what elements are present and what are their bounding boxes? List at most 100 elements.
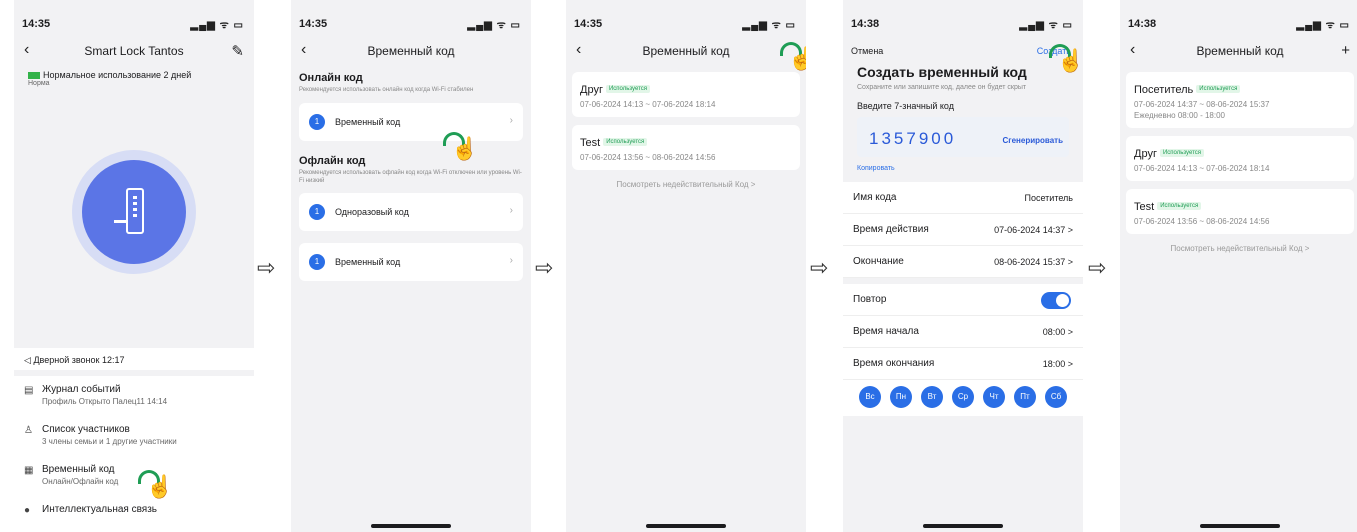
valid-until-field[interactable]: Окончание 08-06-2024 15:37 > <box>843 246 1083 278</box>
field-value: 18:00 > <box>1042 358 1073 369</box>
copy-button[interactable]: Копировать <box>843 157 1083 180</box>
end-time-field[interactable]: Время окончания 18:00 > <box>843 348 1083 380</box>
status-bar: 14:35 ▂▄▆ ᯤ ▭ <box>291 0 531 36</box>
repeat-toggle[interactable] <box>1041 291 1071 309</box>
online-temp-code-row[interactable]: 1 Временный код › <box>299 102 523 141</box>
code-period: 07-06-2024 13:56 ~ 08-06-2024 14:56 <box>580 153 716 162</box>
code-period: 07-06-2024 14:13 ~ 07-06-2024 18:14 <box>580 100 716 109</box>
menu-item-members[interactable]: ♙ Список участников 3 члены семьи и 1 др… <box>14 420 254 460</box>
arrow-icon: ⇨ <box>535 255 554 280</box>
signal-wifi-battery-icon: ▂▄▆ ᯤ ▭ <box>190 20 244 31</box>
chevron-right-icon: › <box>509 114 513 126</box>
code-period: 07-06-2024 14:13 ~ 07-06-2024 18:14 <box>1134 164 1270 173</box>
members-icon: ♙ <box>24 425 33 436</box>
status-badge: Используется <box>1159 148 1205 157</box>
day-toggle[interactable]: Сб <box>1045 385 1067 408</box>
code-card[interactable]: Посетитель Используется 07-06-2024 14:37 … <box>1126 72 1354 128</box>
chevron-right-icon: › <box>509 255 513 267</box>
code-card[interactable]: Test Используется 07-06-2024 13:56 ~ 08-0… <box>1126 189 1354 234</box>
field-value: 08-06-2024 15:37 > <box>994 256 1073 267</box>
code-name: Test <box>580 137 601 149</box>
repeat-row: Повтор <box>843 284 1083 316</box>
tap-hand-icon: ☝ <box>780 42 806 76</box>
one-time-code-row[interactable]: 1 Одноразовый код › <box>299 193 523 232</box>
code-period: 07-06-2024 14:37 ~ 08-06-2024 15:37 <box>1134 100 1270 109</box>
menu-list: ▤ Журнал событий Профиль Открыто Палец11… <box>14 376 254 532</box>
status-time: 14:35 <box>299 18 328 30</box>
grid-icon: ▦ <box>24 465 34 476</box>
nav-bar: ‹ Временный код + <box>1120 36 1357 66</box>
page-title: Создать временный код <box>857 64 1027 80</box>
code-name: Друг <box>580 84 603 96</box>
page-title: Smart Lock Tantos <box>84 44 184 58</box>
field-label: Повтор <box>853 293 887 305</box>
valid-from-field[interactable]: Время действия 07-06-2024 14:37 > <box>843 214 1083 246</box>
weekday-selector: Вс Пн Вт Ср Чт Пт Сб <box>843 380 1083 416</box>
home-indicator <box>1200 524 1280 528</box>
doorbell-text: Дверной звонок 12:17 <box>33 355 125 365</box>
status-bar: 14:38 ▂▄▆ ᯤ ▭ <box>1120 0 1357 36</box>
status-badge: Используется <box>605 84 651 93</box>
invalid-codes-link[interactable]: Посмотреть недействительный Код > <box>1120 244 1357 253</box>
day-toggle[interactable]: Вт <box>921 385 943 408</box>
generate-button[interactable]: Сгенерировать <box>1002 136 1063 145</box>
menu-item-title: Список участников <box>42 424 130 435</box>
section-title: Онлайн код <box>299 72 363 84</box>
status-badge: Используется <box>1196 84 1241 93</box>
menu-item-event-log[interactable]: ▤ Журнал событий Профиль Открыто Палец11… <box>14 380 254 420</box>
start-time-field[interactable]: Время начала 08:00 > <box>843 316 1083 348</box>
speaker-icon: ◁ <box>24 355 31 365</box>
day-toggle[interactable]: Ср <box>952 385 974 408</box>
row-label: Временный код <box>335 257 401 268</box>
plus-icon[interactable]: + <box>1341 42 1350 59</box>
arrow-icon: ⇨ <box>810 255 829 280</box>
field-label: Окончание <box>853 255 904 267</box>
lock-handle-icon <box>114 220 128 223</box>
field-label: Время действия <box>853 223 929 235</box>
header-desc: Сохраните или запишите код, далее он буд… <box>857 84 1027 91</box>
day-toggle[interactable]: Пн <box>890 385 912 408</box>
status-bar: 14:35 ▂▄▆ ᯤ ▭ <box>14 0 254 36</box>
screen-temp-code-list: 14:35 ▂▄▆ ᯤ ▭ ‹ Временный код Друг Исполь… <box>566 0 806 532</box>
code-input[interactable]: 1357900 Сгенерировать <box>857 116 1069 157</box>
tap-hand-icon: ☝ <box>1049 44 1083 78</box>
day-toggle[interactable]: Вс <box>859 385 881 408</box>
status-bar: 14:38 ▂▄▆ ᯤ ▭ <box>843 0 1083 31</box>
code-input-label: Введите 7-значный код <box>857 100 954 111</box>
row-label: Временный код <box>335 116 401 127</box>
home-indicator <box>646 524 726 528</box>
code-settings-form: Имя кода Посетитель Время действия 07-06… <box>843 181 1083 416</box>
code-name-field[interactable]: Имя кода Посетитель <box>843 182 1083 214</box>
count-badge: 1 <box>309 113 325 130</box>
chevron-right-icon: › <box>509 205 513 217</box>
field-value: Посетитель <box>1024 192 1074 203</box>
day-toggle[interactable]: Чт <box>983 385 1005 408</box>
menu-item-sub: 3 члены семьи и 1 другие участники <box>42 437 177 446</box>
status-time: 14:35 <box>22 18 51 30</box>
create-header: Создать временный код Сохраните или запи… <box>843 64 1083 111</box>
code-card[interactable]: Друг Используется 07-06-2024 14:13 ~ 07-0… <box>1126 136 1354 181</box>
screen-temp-code-list-updated: 14:38 ▂▄▆ ᯤ ▭ ‹ Временный код + Посетите… <box>1120 0 1357 532</box>
menu-item-temp-code[interactable]: ▦ Временный код Онлайн/Офлайн код <box>14 460 254 500</box>
status-time: 14:38 <box>851 18 880 30</box>
page-title: Временный код <box>1196 44 1284 58</box>
screen-create-temp-code: 14:38 ▂▄▆ ᯤ ▭ Отмена Создать Создать вре… <box>843 0 1083 532</box>
nav-bar: Отмена Создать <box>843 36 1083 64</box>
menu-item-smart-link[interactable]: ● Интеллектуальная связь <box>14 500 254 532</box>
nav-bar: ‹ Smart Lock Tantos ✎ <box>14 36 254 66</box>
code-value: 1357900 <box>869 128 957 148</box>
edit-icon[interactable]: ✎ <box>231 42 244 60</box>
lock-button[interactable] <box>72 150 196 274</box>
online-section: Онлайн код Рекомендуется использовать он… <box>291 66 531 95</box>
cancel-button[interactable]: Отмена <box>851 46 883 56</box>
invalid-codes-link[interactable]: Посмотреть недействительный Код > <box>566 180 806 189</box>
code-card[interactable]: Test Используется 07-06-2024 13:56 ~ 08-0… <box>572 125 800 170</box>
code-period: 07-06-2024 13:56 ~ 08-06-2024 14:56 <box>1134 217 1270 226</box>
day-toggle[interactable]: Пт <box>1014 385 1036 408</box>
doorbell-row[interactable]: ◁ Дверной звонок 12:17 <box>14 348 254 370</box>
offline-temp-code-row[interactable]: 1 Временный код › <box>299 243 523 282</box>
tap-hand-icon: ☝ <box>443 132 478 166</box>
code-card[interactable]: Друг Используется 07-06-2024 14:13 ~ 07-0… <box>572 72 800 117</box>
row-label: Одноразовый код <box>335 207 409 218</box>
code-name: Посетитель <box>1134 84 1194 96</box>
